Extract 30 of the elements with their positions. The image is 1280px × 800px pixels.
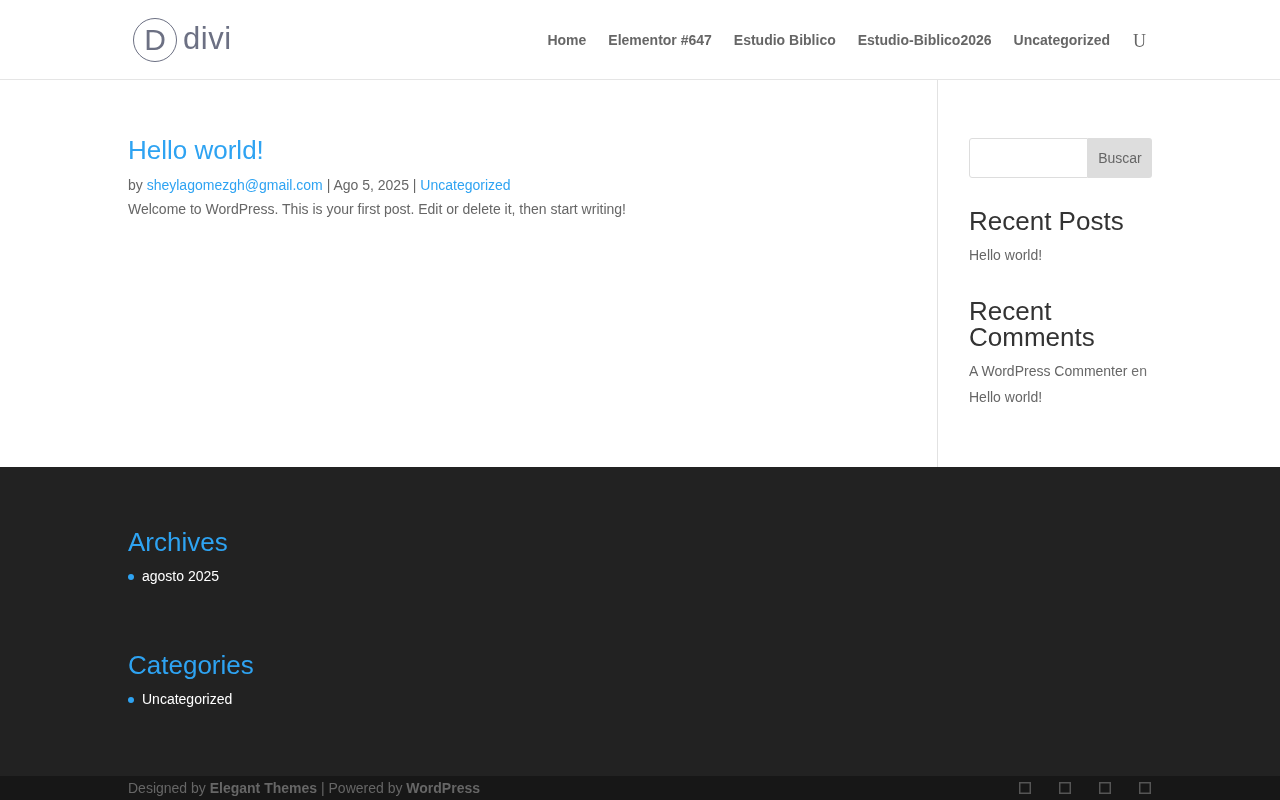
nav-link[interactable]: Estudio Biblico <box>733 29 836 50</box>
square-icon[interactable] <box>1099 782 1111 794</box>
search-button[interactable]: Buscar <box>1088 138 1152 178</box>
widget-link[interactable]: A WordPress Commenter <box>969 363 1128 379</box>
post-meta: by sheylagomezgh@gmail.com | Ago 5, 2025 | Uncategorized <box>128 176 512 195</box>
nav-link[interactable]: Home <box>547 29 587 50</box>
footer-link[interactable]: agosto 2025 <box>142 563 220 589</box>
widget-title: Recent Comments <box>969 298 1096 350</box>
credits-link[interactable]: Elegant Themes <box>209 780 318 796</box>
bullet-icon <box>128 573 134 580</box>
nav-link[interactable]: Uncategorized <box>1013 29 1110 50</box>
square-icon[interactable] <box>1059 782 1071 794</box>
credits-text: Designed by Elegant Themes | Powered by WordPress <box>128 779 480 798</box>
footer-link[interactable]: Uncategorized <box>142 686 233 712</box>
search-field[interactable] <box>969 138 1088 178</box>
square-icon[interactable] <box>1019 782 1031 794</box>
post-excerpt: Welcome to WordPress. This is your first post. Edit or delete it, then start writing! <box>128 200 627 219</box>
widget-link[interactable]: Hello world! <box>969 389 1043 405</box>
widget-entry: A WordPress Commenter en Hello world! <box>969 362 1148 407</box>
widget-title: Recent Posts <box>969 208 1125 234</box>
footer-widget-title: Archives <box>128 529 229 555</box>
square-icon[interactable] <box>1139 782 1151 794</box>
logo-text[interactable]: divi <box>183 23 232 56</box>
credits-link[interactable]: WordPress <box>406 780 480 796</box>
nav-link[interactable]: Estudio-Biblico2026 <box>857 29 992 50</box>
bullet-icon <box>128 696 134 703</box>
nav-link[interactable]: Elementor #647 <box>608 29 712 50</box>
footer-widget-title: Categories <box>128 652 255 678</box>
widget-link[interactable]: Hello world! <box>969 247 1043 263</box>
search-button[interactable]: U <box>1132 28 1146 51</box>
